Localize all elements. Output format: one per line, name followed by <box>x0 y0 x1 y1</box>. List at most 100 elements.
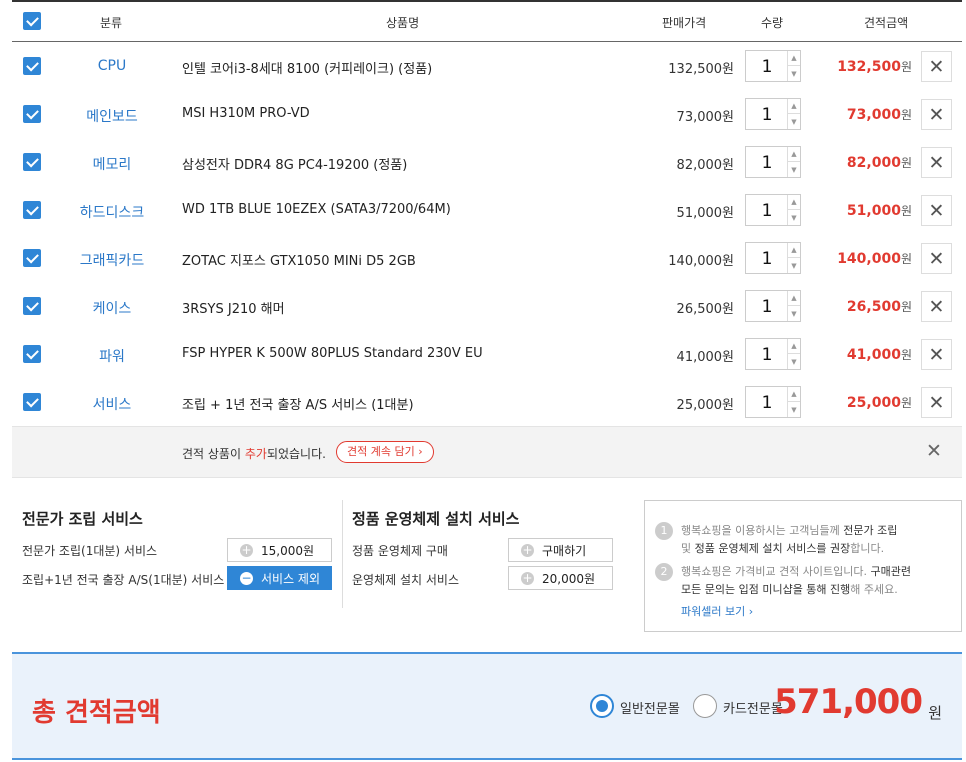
quantity-value[interactable]: 1 <box>746 249 788 269</box>
quantity-stepper[interactable]: 1 ▲ ▼ <box>745 290 801 322</box>
chevron-up-icon[interactable]: ▲ <box>787 147 800 162</box>
chevron-up-icon[interactable]: ▲ <box>787 291 800 306</box>
chevron-up-icon[interactable]: ▲ <box>787 99 800 114</box>
remove-row-button[interactable]: ✕ <box>921 99 952 130</box>
row-total: 26,500원 <box>846 299 912 315</box>
chevron-up-icon[interactable]: ▲ <box>787 51 800 66</box>
assembly-add-button[interactable]: +15,000원 <box>227 538 332 562</box>
quantity-stepper[interactable]: 1 ▲ ▼ <box>745 98 801 130</box>
card-mall-radio[interactable] <box>693 694 717 718</box>
quantity-stepper[interactable]: 1 ▲ ▼ <box>745 242 801 274</box>
chevron-down-icon[interactable]: ▼ <box>787 402 800 417</box>
chevron-down-icon[interactable]: ▼ <box>787 306 800 321</box>
info-line-1a: 행복쇼핑을 이용하시는 고객님들께 전문가 조립 <box>681 524 898 537</box>
row-product-name[interactable]: ZOTAC 지포스 GTX1050 MINi D5 2GB <box>182 250 416 269</box>
chevron-down-icon[interactable]: ▼ <box>787 354 800 369</box>
remove-row-button[interactable]: ✕ <box>921 291 952 322</box>
info-line-2a: 행복쇼핑은 가격비교 견적 사이트입니다. 구매관련 <box>681 565 912 578</box>
row-checkbox[interactable] <box>23 297 41 315</box>
row-category[interactable]: 그래픽카드 <box>62 250 162 270</box>
total-amount: 571,000 <box>774 682 923 722</box>
remove-row-button[interactable]: ✕ <box>921 147 952 178</box>
quantity-value[interactable]: 1 <box>746 201 788 221</box>
table-row: 케이스 3RSYS J210 해머 26,500원 1 ▲ ▼ 26,500원 … <box>12 282 962 330</box>
row-product-name[interactable]: MSI H310M PRO-VD <box>182 106 310 121</box>
quantity-value[interactable]: 1 <box>746 57 788 77</box>
row-product-name[interactable]: FSP HYPER K 500W 80PLUS Standard 230V EU <box>182 346 483 361</box>
assembly-title: 전문가 조립 서비스 <box>22 510 143 528</box>
summary-bar: 총 견적금액 일반전문몰 카드전문몰 571,000 원 <box>12 652 962 760</box>
plus-icon: + <box>240 542 253 557</box>
divider <box>342 500 343 608</box>
row-category[interactable]: 메모리 <box>62 154 162 174</box>
table-row: CPU 인텔 코어i3-8세대 8100 (커피레이크) (정품) 132,50… <box>12 42 962 90</box>
close-icon: ✕ <box>928 295 945 318</box>
row-checkbox[interactable] <box>23 393 41 411</box>
row-product-name[interactable]: 조립 + 1년 전국 출장 A/S 서비스 (1대분) <box>182 394 414 413</box>
row-product-name[interactable]: 3RSYS J210 해머 <box>182 298 285 317</box>
remove-row-button[interactable]: ✕ <box>921 387 952 418</box>
chevron-up-icon[interactable]: ▲ <box>787 195 800 210</box>
row-product-name[interactable]: 삼성전자 DDR4 8G PC4-19200 (정품) <box>182 154 407 173</box>
chevron-down-icon[interactable]: ▼ <box>787 66 800 81</box>
row-product-name[interactable]: 인텔 코어i3-8세대 8100 (커피레이크) (정품) <box>182 58 432 77</box>
remove-row-button[interactable]: ✕ <box>921 243 952 274</box>
quantity-value[interactable]: 1 <box>746 153 788 173</box>
row-category[interactable]: 서비스 <box>62 394 162 414</box>
row-price: 132,500원 <box>668 62 734 77</box>
chevron-down-icon[interactable]: ▼ <box>787 210 800 225</box>
quantity-value[interactable]: 1 <box>746 393 788 413</box>
assembly-row2-label: 조립+1년 전국 출장 A/S(1대분) 서비스 <box>22 573 225 587</box>
power-seller-link[interactable]: 파워셀러 보기 › <box>681 603 753 619</box>
row-category[interactable]: 케이스 <box>62 298 162 318</box>
select-all-checkbox[interactable] <box>23 12 41 30</box>
os-title: 정품 운영체제 설치 서비스 <box>352 510 520 528</box>
row-product-name[interactable]: WD 1TB BLUE 10EZEX (SATA3/7200/64M) <box>182 202 451 217</box>
header-category: 분류 <box>100 16 123 30</box>
general-mall-label: 일반전문몰 <box>620 702 680 717</box>
quantity-stepper[interactable]: 1 ▲ ▼ <box>745 338 801 370</box>
close-icon: ✕ <box>928 343 945 366</box>
exclude-service-button[interactable]: − 서비스 제외 <box>227 566 332 590</box>
row-category[interactable]: 하드디스크 <box>62 202 162 222</box>
row-price: 25,000원 <box>676 398 734 413</box>
row-category[interactable]: 파워 <box>62 346 162 366</box>
row-price: 82,000원 <box>676 158 734 173</box>
quantity-stepper[interactable]: 1 ▲ ▼ <box>745 386 801 418</box>
quantity-stepper[interactable]: 1 ▲ ▼ <box>745 146 801 178</box>
os-install-button[interactable]: +20,000원 <box>508 566 613 590</box>
chevron-down-icon[interactable]: ▼ <box>787 162 800 177</box>
chevron-up-icon[interactable]: ▲ <box>787 339 800 354</box>
chevron-up-icon[interactable]: ▲ <box>787 243 800 258</box>
row-checkbox[interactable] <box>23 153 41 171</box>
remove-row-button[interactable]: ✕ <box>921 51 952 82</box>
quantity-value[interactable]: 1 <box>746 345 788 365</box>
row-checkbox[interactable] <box>23 201 41 219</box>
table-row: 그래픽카드 ZOTAC 지포스 GTX1050 MINi D5 2GB 140,… <box>12 234 962 282</box>
continue-adding-button[interactable]: 견적 계속 담기 › <box>336 441 434 463</box>
row-category[interactable]: 메인보드 <box>62 106 162 126</box>
quantity-value[interactable]: 1 <box>746 297 788 317</box>
row-total: 73,000원 <box>846 107 912 123</box>
remove-row-button[interactable]: ✕ <box>921 339 952 370</box>
close-notice-icon[interactable]: ✕ <box>926 440 942 462</box>
row-total: 41,000원 <box>846 347 912 363</box>
info-box: 1 행복쇼핑을 이용하시는 고객님들께 전문가 조립 및 정품 운영체제 설치 … <box>644 500 962 632</box>
remove-row-button[interactable]: ✕ <box>921 195 952 226</box>
row-price: 73,000원 <box>676 110 734 125</box>
close-icon: ✕ <box>928 103 945 126</box>
row-total: 51,000원 <box>846 203 912 219</box>
quantity-stepper[interactable]: 1 ▲ ▼ <box>745 194 801 226</box>
row-checkbox[interactable] <box>23 105 41 123</box>
chevron-up-icon[interactable]: ▲ <box>787 387 800 402</box>
chevron-down-icon[interactable]: ▼ <box>787 258 800 273</box>
row-category[interactable]: CPU <box>62 58 162 74</box>
general-mall-radio[interactable] <box>590 694 614 718</box>
row-checkbox[interactable] <box>23 57 41 75</box>
row-checkbox[interactable] <box>23 249 41 267</box>
row-checkbox[interactable] <box>23 345 41 363</box>
buy-os-button[interactable]: + 구매하기 <box>508 538 613 562</box>
chevron-down-icon[interactable]: ▼ <box>787 114 800 129</box>
quantity-value[interactable]: 1 <box>746 105 788 125</box>
quantity-stepper[interactable]: 1 ▲ ▼ <box>745 50 801 82</box>
